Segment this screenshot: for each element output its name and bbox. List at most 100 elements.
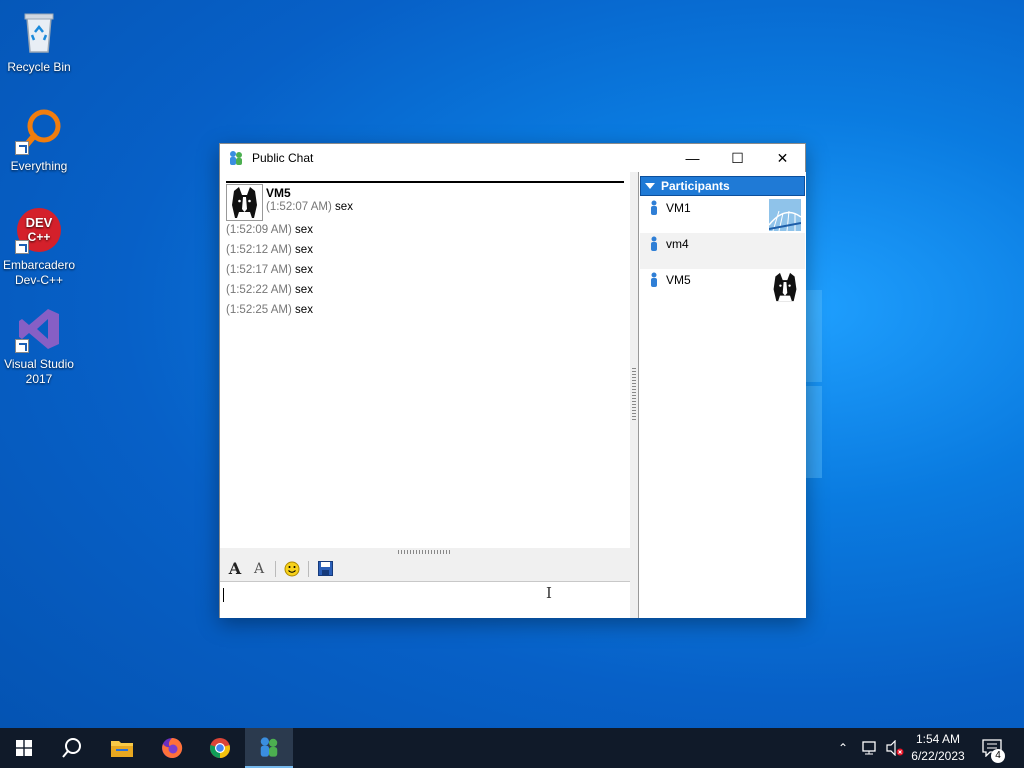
chat-app-icon <box>260 737 278 757</box>
shortcut-arrow-icon <box>15 339 29 353</box>
participant-item[interactable]: VM5 <box>640 269 805 305</box>
everything-search-icon <box>15 107 63 155</box>
participant-avatar <box>769 271 801 303</box>
network-button[interactable] <box>862 728 880 768</box>
chrome-icon <box>210 738 230 758</box>
search-icon <box>62 738 81 758</box>
message-timestamp: (1:52:09 AM) <box>226 224 292 236</box>
text-caret <box>223 588 224 602</box>
taskbar: ⌃ 1:54 AM 6/22/2023 <box>0 728 1024 768</box>
chevron-up-icon: ⌃ <box>838 741 849 755</box>
network-icon <box>862 741 876 755</box>
clock[interactable]: 1:54 AM 6/22/2023 <box>902 731 974 765</box>
show-hidden-icons-button[interactable]: ⌃ <box>838 728 848 768</box>
participants-panel: Participants VM1 vm4 VM5 <box>638 172 806 618</box>
avatar <box>226 184 263 221</box>
toolbar-separator <box>275 560 276 577</box>
wallpaper-beam <box>806 290 822 382</box>
font-color-button[interactable]: A <box>248 558 270 580</box>
message-text: sex <box>295 224 313 236</box>
shortcut-arrow-icon <box>15 240 29 254</box>
desktop-icon-label: Embarcadero Dev-C++ <box>2 258 76 287</box>
desktop-icon-label: Visual Studio 2017 <box>4 357 74 386</box>
message-timestamp: (1:52:12 AM) <box>226 244 292 256</box>
user-icon <box>651 272 657 287</box>
window-title: Public Chat <box>252 151 314 165</box>
notification-count-badge: 4 <box>991 749 1005 763</box>
message-timestamp: (1:52:25 AM) <box>226 304 292 316</box>
chrome-button[interactable] <box>196 728 244 768</box>
desktop-icon-label: Everything <box>10 159 68 173</box>
participant-avatar <box>769 199 801 231</box>
participant-name: VM5 <box>666 273 691 287</box>
chat-history[interactable]: VM5 (1:52:07 AM) sex (1:52:09 AM) sex (1… <box>220 172 630 548</box>
user-icon <box>651 236 657 251</box>
clock-time: 1:54 AM <box>915 732 961 746</box>
chat-app-icon <box>228 150 244 166</box>
save-icon <box>317 561 333 576</box>
shortcut-arrow-icon <box>15 141 29 155</box>
svg-text:C++: C++ <box>28 230 51 244</box>
public-chat-window: Public Chat — ☐ ✕ VM5 (1:52:07 AM) sex (… <box>219 143 806 618</box>
minimize-button[interactable]: — <box>670 144 715 172</box>
wallpaper-beam <box>806 386 822 478</box>
devcpp-icon: DEV C++ <box>15 206 63 254</box>
windows-logo-icon <box>16 740 32 756</box>
chat-message: (1:52:09 AM) sex <box>226 224 313 236</box>
message-text: sex <box>295 284 313 296</box>
horizontal-splitter[interactable] <box>220 548 630 556</box>
user-icon <box>651 200 657 215</box>
firefox-button[interactable] <box>148 728 196 768</box>
font-icon: A <box>228 559 242 578</box>
message-divider <box>226 181 624 183</box>
title-bar[interactable]: Public Chat <box>220 144 638 172</box>
save-button[interactable] <box>314 558 336 580</box>
desktop-icon-recycle-bin[interactable]: Recycle Bin <box>0 8 78 75</box>
participant-name: VM1 <box>666 201 691 215</box>
maximize-button[interactable]: ☐ <box>715 144 760 172</box>
desktop-icon-devcpp[interactable]: DEV C++ Embarcadero Dev-C++ <box>0 206 78 288</box>
participant-item[interactable]: vm4 <box>640 233 805 269</box>
chat-app-taskbar-button[interactable] <box>245 728 293 768</box>
splitter-grip-icon <box>632 368 636 422</box>
message-timestamp: (1:52:17 AM) <box>226 264 292 276</box>
search-button[interactable] <box>48 728 96 768</box>
emoticon-button[interactable] <box>281 558 303 580</box>
chat-message: (1:52:22 AM) sex <box>226 284 313 296</box>
vertical-splitter[interactable] <box>630 172 638 618</box>
message-text: sex <box>295 304 313 316</box>
chat-message: (1:52:25 AM) sex <box>226 304 313 316</box>
chat-message: VM5 (1:52:07 AM) sex <box>226 184 353 221</box>
message-input[interactable]: I <box>220 582 630 618</box>
desktop-icon-label: Recycle Bin <box>7 60 71 74</box>
file-explorer-button[interactable] <box>98 728 146 768</box>
start-button[interactable] <box>0 728 48 768</box>
firefox-icon <box>162 737 183 758</box>
visual-studio-icon <box>15 305 63 353</box>
desktop-icon-visual-studio[interactable]: Visual Studio 2017 <box>0 305 78 387</box>
message-text: sex <box>295 264 313 276</box>
participant-item[interactable]: VM1 <box>640 197 805 233</box>
close-button[interactable]: ✕ <box>760 144 805 172</box>
file-explorer-icon <box>111 741 133 757</box>
clock-date: 6/22/2023 <box>911 749 965 763</box>
participants-header-label: Participants <box>661 179 730 193</box>
font-button[interactable]: A <box>224 558 246 580</box>
ibeam-cursor-icon: I <box>546 584 552 602</box>
message-text: sex <box>335 201 353 213</box>
desktop-icon-everything[interactable]: Everything <box>0 107 78 174</box>
recycle-bin-icon <box>15 8 63 56</box>
collapse-triangle-icon <box>645 183 655 189</box>
message-timestamp: (1:52:22 AM) <box>226 284 292 296</box>
svg-text:DEV: DEV <box>26 215 53 230</box>
participant-name: vm4 <box>666 237 689 251</box>
participants-header[interactable]: Participants <box>640 176 805 196</box>
message-text: sex <box>295 244 313 256</box>
message-sender: VM5 <box>266 186 291 200</box>
message-timestamp: (1:52:07 AM) <box>266 201 332 213</box>
font-color-icon: A <box>253 560 265 577</box>
smiley-icon <box>284 561 300 576</box>
chat-message: (1:52:17 AM) sex <box>226 264 313 276</box>
toolbar-separator <box>308 560 309 577</box>
splitter-grip-icon <box>398 550 452 554</box>
